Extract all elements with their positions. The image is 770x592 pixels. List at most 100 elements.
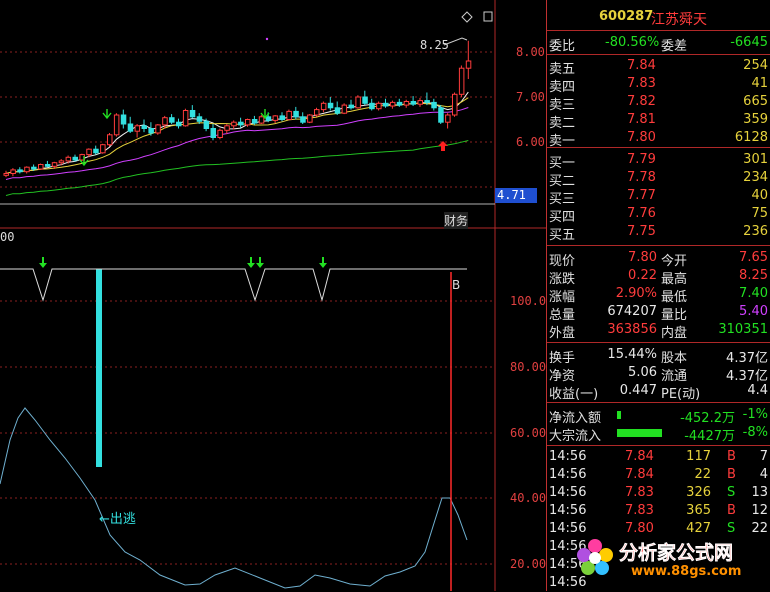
flow-bar: [617, 429, 662, 437]
candle-body: [169, 117, 175, 123]
candle-body: [58, 160, 65, 164]
ma60-line: [5, 140, 469, 196]
flow-percent: -1%: [742, 407, 768, 422]
quote-panel: 600287 江苏舜天 委比 -80.56% 委差 -6645 卖五 7.84 25…: [546, 0, 770, 591]
candle-body: [24, 166, 30, 173]
chart-area[interactable]: 8.00 7.00 6.00 4.71 8.25 财务 100.0 80.00 …: [0, 0, 546, 591]
fund-value: 15.44%: [607, 347, 657, 362]
ask-row: 卖四 7.83 41: [547, 75, 770, 95]
signal-bar: [96, 269, 102, 467]
ask-row: 卖一 7.80 6128: [547, 129, 770, 149]
trade-volume: 326: [686, 485, 711, 500]
candle-body: [86, 148, 92, 156]
kline-chart[interactable]: [0, 0, 546, 591]
candle-body: [93, 148, 99, 154]
candle-body: [3, 173, 9, 176]
candle-body: [100, 144, 106, 154]
ask-row: 卖三 7.82 665: [547, 93, 770, 113]
fund-label: 收益(一): [549, 387, 599, 402]
flower-logo-icon: [577, 539, 613, 575]
down-arrow-icon: [102, 109, 112, 120]
trade-price: 7.84: [625, 449, 654, 464]
candle-body: [231, 121, 237, 127]
weibi-row: 委比 -80.56% 委差 -6645: [549, 35, 768, 54]
high-price-label: 8.25: [420, 38, 449, 52]
candle-body: [362, 96, 368, 104]
candle-body: [279, 115, 285, 121]
candle-body: [389, 101, 396, 107]
trade-volume: 365: [686, 503, 711, 518]
stat-row: 外盘 363856 内盘 310351: [547, 321, 770, 341]
stock-header: 600287 江苏舜天: [547, 8, 770, 28]
stat-value: 363856: [607, 322, 657, 337]
candle-body: [38, 164, 44, 170]
trade-count: 7: [759, 449, 768, 464]
flow-percent: -8%: [742, 425, 768, 440]
candle-body: [141, 125, 147, 130]
bid-volume: 234: [743, 170, 768, 185]
candle-body: [341, 104, 348, 114]
price-tick: 8.00: [516, 45, 545, 59]
bid-row: 买一 7.79 301: [547, 151, 770, 171]
price-tick: 7.00: [516, 90, 545, 104]
trade-row: 14:56 7.83 326 S 13: [547, 484, 770, 502]
trade-volume: 22: [694, 467, 711, 482]
candle-body: [155, 124, 161, 134]
indicator-tick: 40.00: [510, 491, 547, 505]
candle-body: [465, 60, 472, 69]
candle-body: [217, 129, 223, 139]
indicator-tick: 80.00: [510, 360, 547, 374]
stat-value: 2.90%: [615, 286, 657, 301]
current-price-marker: 4.71: [495, 188, 537, 203]
stat-label: 外盘: [549, 326, 576, 341]
watermark-url: www.88gs.com: [631, 564, 742, 579]
ask-row: 卖五 7.84 254: [547, 57, 770, 77]
trade-side: B: [727, 503, 736, 518]
down-arrow-icon: [256, 257, 264, 268]
candle-body: [245, 119, 251, 126]
flow-label: 大宗流入: [549, 429, 602, 444]
stat-value: 7.65: [739, 250, 768, 265]
candle-body: [431, 101, 437, 109]
fund-value: 4.4: [747, 383, 768, 398]
stat-row: 涨跌 0.22 最高 8.25: [547, 267, 770, 287]
candle-body: [424, 100, 430, 103]
candle-body: [31, 166, 37, 170]
stat-row: 涨幅 2.90% 最低 7.40: [547, 285, 770, 305]
candle-body: [334, 107, 341, 114]
flow-row: 大宗流入 -4427万 -8%: [547, 424, 770, 444]
indicator-tick: 100.0: [510, 294, 547, 308]
indicator-tick: 20.00: [510, 557, 547, 571]
fund-row: 收益(一) 0.447 PE(动) 4.4: [547, 382, 770, 402]
candle-body: [176, 121, 182, 127]
signal-line: [0, 268, 467, 302]
fund-value: 0.447: [619, 383, 657, 398]
stat-value: 7.80: [628, 250, 657, 265]
trade-side: B: [727, 467, 736, 482]
down-arrow-icon: [319, 257, 327, 268]
candle-body: [51, 162, 58, 167]
candle-body: [148, 128, 154, 134]
bid-row: 买四 7.76 75: [547, 205, 770, 225]
down-arrow-icon: [247, 257, 255, 268]
bid-label: 买五: [549, 228, 576, 243]
stock-name: 江苏舜天: [651, 12, 707, 28]
finance-tab[interactable]: 财务: [444, 212, 469, 229]
ask-price: 7.83: [627, 76, 656, 91]
trade-time: 14:56: [549, 503, 587, 518]
trade-count: 12: [751, 503, 768, 518]
trade-count: 13: [751, 485, 768, 500]
stat-row: 现价 7.80 今开 7.65: [547, 249, 770, 269]
stat-value: 0.22: [628, 268, 657, 283]
trade-time: 14:56: [549, 449, 587, 464]
candle-body: [238, 121, 244, 126]
candle-body: [458, 67, 465, 95]
trade-row: 14:56 7.83 365 B 12: [547, 502, 770, 520]
flow-value: -4427万: [684, 429, 735, 444]
candle-body: [182, 110, 189, 127]
candle-body: [417, 100, 423, 105]
candle-body: [300, 116, 306, 123]
candle-body: [196, 116, 203, 122]
flow-row: 净流入额 -452.2万 -1%: [547, 406, 770, 426]
stat-label: 内盘: [661, 326, 688, 341]
